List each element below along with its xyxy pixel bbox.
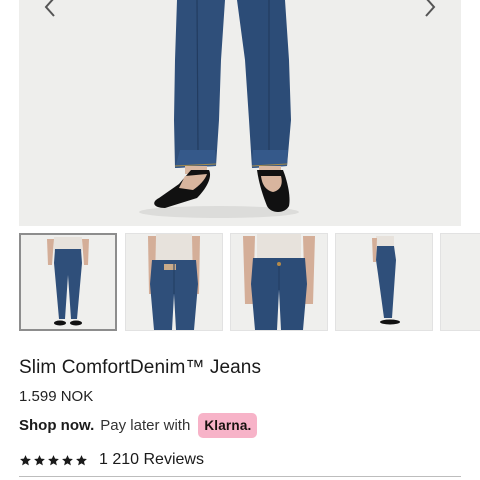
thumbnail-4[interactable] (335, 233, 433, 331)
product-main-image[interactable] (19, 0, 461, 226)
thumbnail-front-detail-image (231, 234, 327, 330)
star-icon (34, 454, 45, 465)
product-price: 1.599 NOK (19, 388, 94, 405)
chevron-left-icon (44, 0, 55, 17)
product-title: Slim ComfortDenim™ Jeans (19, 357, 262, 378)
thumbnail-front-full-image (21, 235, 115, 329)
klarna-badge[interactable]: Klarna. (198, 412, 258, 438)
star-icon (48, 454, 59, 465)
thumbnail-strip[interactable] (19, 233, 480, 333)
star-rating (19, 454, 89, 467)
previous-image-button[interactable] (37, 0, 63, 20)
thumbnail-5[interactable] (440, 233, 480, 331)
star-icon (62, 454, 73, 465)
thumbnail-partial-image (441, 234, 480, 330)
divider (19, 476, 461, 477)
thumbnail-side-image (336, 234, 432, 330)
thumbnail-3[interactable] (230, 233, 328, 331)
thumbnail-2[interactable] (125, 233, 223, 331)
thumbnail-back-image (126, 234, 222, 330)
star-icon (20, 454, 31, 465)
reviews-count[interactable]: 1 210 Reviews (99, 451, 204, 469)
star-icon (76, 454, 87, 465)
pay-later-label: Pay later with (100, 416, 191, 434)
shop-now-label: Shop now. (19, 416, 95, 434)
thumbnail-1[interactable] (19, 233, 117, 331)
payment-info-row: Shop now. Pay later with Klarna. (19, 411, 258, 439)
next-image-button[interactable] (417, 0, 443, 20)
product-rating[interactable]: 1 210 Reviews (19, 451, 204, 469)
jeans-legs-image (19, 0, 461, 226)
chevron-right-icon (425, 0, 436, 17)
